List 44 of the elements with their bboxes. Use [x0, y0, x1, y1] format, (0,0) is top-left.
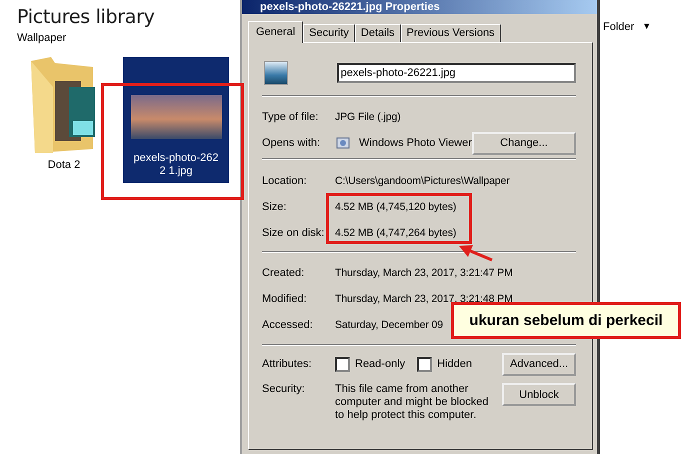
field-value: Thursday, March 23, 2017, 3:21:48 PM	[335, 293, 513, 305]
checkbox-label: Read-only	[355, 358, 406, 370]
field-label: Created:	[262, 267, 306, 279]
field-value: 4.52 MB (4,745,120 bytes)	[335, 201, 456, 213]
window-title: pexels-photo-26221.jpg Properties	[242, 0, 597, 14]
field-label: Opens with:	[262, 137, 322, 149]
field-value: JPG File (.jpg)	[335, 111, 401, 123]
file-name: pexels-photo-2622 1.jpg	[132, 152, 220, 178]
tab[interactable]: General	[248, 21, 304, 43]
tab[interactable]: Previous Versions	[400, 24, 501, 42]
checkbox[interactable]	[335, 356, 350, 372]
file-item[interactable]: pexels-photo-2622 1.jpg	[123, 57, 229, 183]
field-label: Accessed:	[262, 319, 314, 331]
unblock-button[interactable]: Unblock	[502, 383, 576, 406]
arrow	[458, 244, 494, 262]
field-label: Security:	[262, 383, 306, 395]
field-value: Windows Photo Viewer	[359, 137, 472, 149]
field-label: Size on disk:	[262, 227, 326, 239]
checkbox[interactable]	[417, 356, 432, 372]
field-value: Thursday, March 23, 2017, 3:21:47 PM	[335, 267, 513, 279]
filename-field[interactable]: pexels-photo-26221.jpg	[336, 63, 576, 83]
library-title: Pictures library	[17, 6, 156, 28]
file-name: Dota 2	[46, 159, 82, 172]
view-menu-label[interactable]: Folder	[603, 21, 634, 33]
checkbox-label: Hidden	[437, 358, 472, 370]
folder-path: Wallpaper	[17, 32, 68, 44]
caret-icon[interactable]: ▼	[642, 21, 652, 33]
image-file-icon	[264, 61, 288, 85]
folder-item[interactable]: Dota 2	[17, 53, 111, 178]
tab[interactable]: Security	[303, 24, 355, 42]
field-value: 4.52 MB (4,747,264 bytes)	[335, 227, 456, 239]
field-label: Modified:	[262, 293, 308, 305]
field-label: Type of file:	[262, 111, 320, 123]
field-label: Size:	[262, 201, 288, 213]
advanced-button[interactable]: Advanced...	[502, 352, 576, 376]
callout: ukuran sebelum di perkecil	[451, 302, 681, 339]
field-label: Attributes:	[262, 358, 313, 370]
field-value: C:\Users\gandoom\Pictures\Wallpaper	[335, 175, 510, 187]
change-button[interactable]: Change...	[472, 132, 576, 154]
security-text: This file came from another computer and might be blocked to help protect this computer.	[335, 383, 490, 422]
field-value: Saturday, December 09	[335, 319, 444, 331]
field-label: Location:	[262, 175, 308, 187]
tab[interactable]: Details	[354, 24, 401, 42]
photo-viewer-icon	[335, 135, 351, 151]
